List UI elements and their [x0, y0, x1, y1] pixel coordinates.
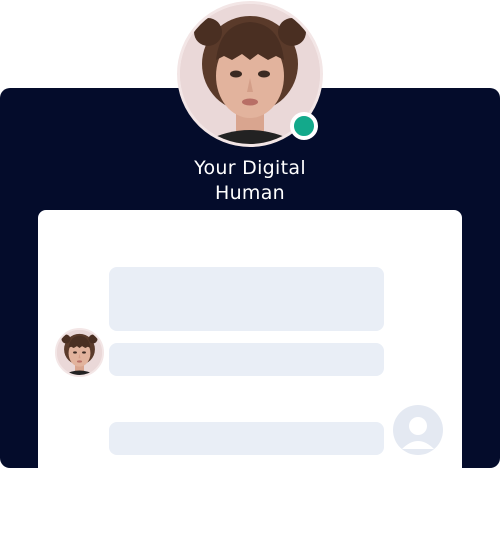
- chat-bubble-user: [109, 422, 384, 455]
- name-line-1: Your Digital: [194, 157, 306, 179]
- chat-bubble-1: [109, 267, 384, 331]
- name-line-2: Human: [214, 182, 286, 204]
- online-status-dot: [290, 112, 318, 140]
- chat-bubble-2: [109, 343, 384, 376]
- user-silhouette-icon: [402, 417, 434, 449]
- digital-human-name: Your Digital Human: [150, 156, 350, 206]
- chat-avatar-user: [393, 405, 443, 455]
- digital-human-portrait-icon: [57, 330, 102, 375]
- chat-avatar-digital-human: [55, 328, 104, 377]
